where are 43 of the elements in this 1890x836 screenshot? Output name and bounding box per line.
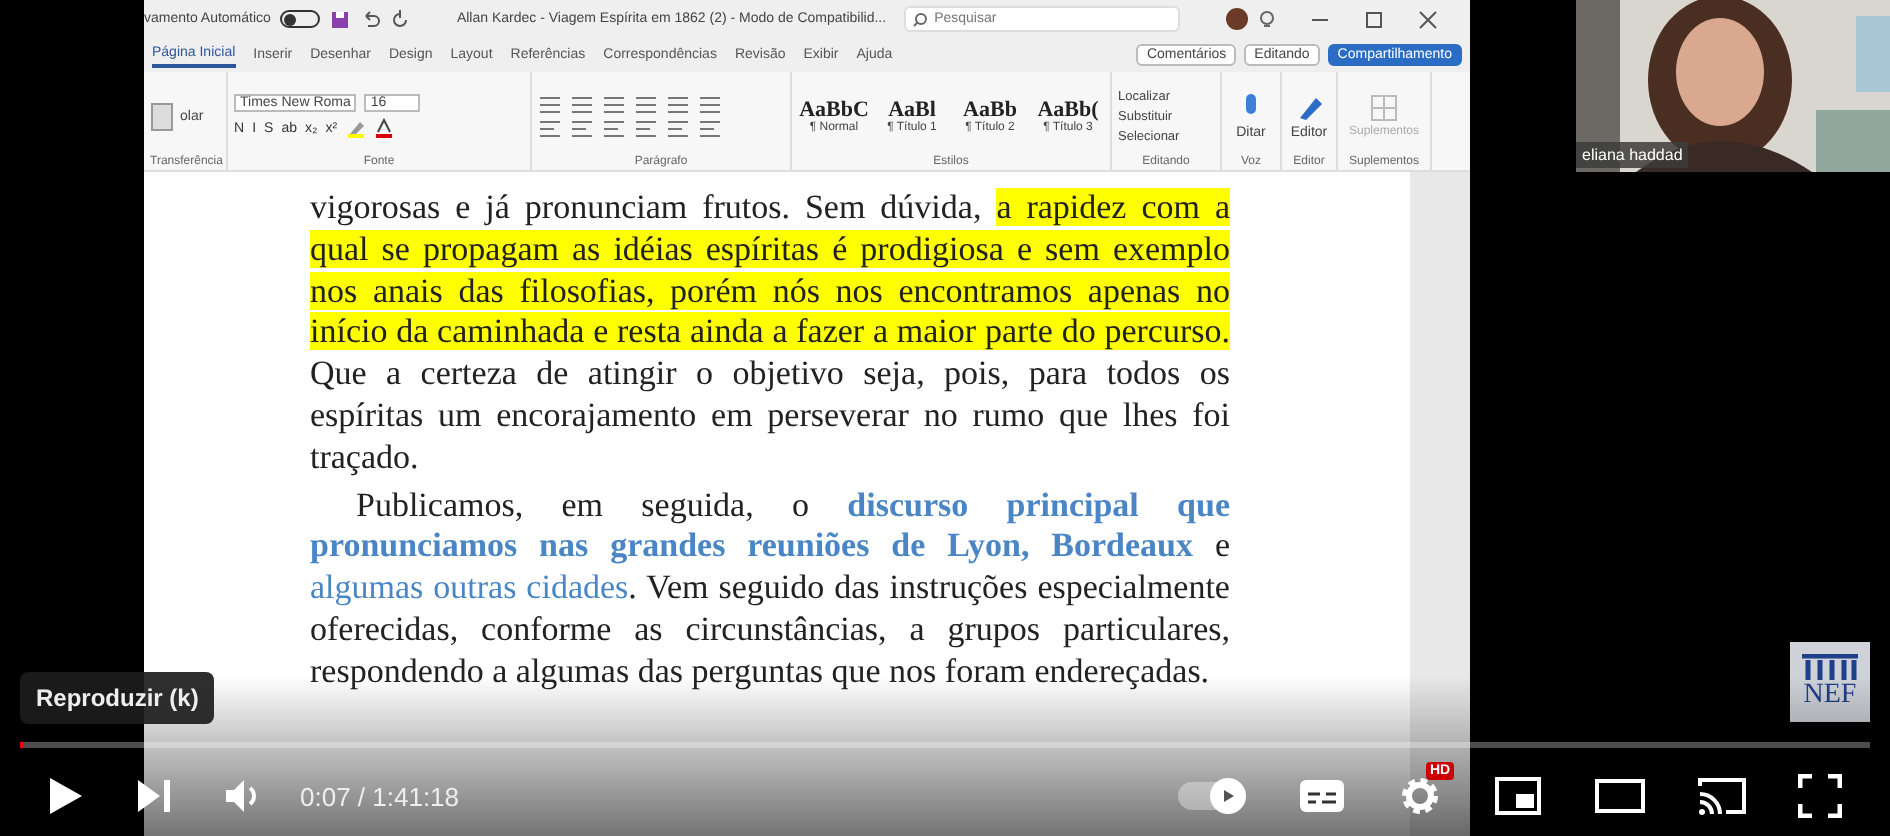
list-icon[interactable] [538, 95, 562, 113]
miniplayer-icon[interactable] [1494, 776, 1542, 816]
fullscreen-icon[interactable] [1798, 774, 1842, 818]
time-display: 0:07 / 1:41:18 [300, 781, 460, 811]
columns-icon [1800, 654, 1860, 682]
autoplay-toggle[interactable] [1178, 782, 1246, 810]
tooltip: Reproduzir (k) [20, 672, 215, 724]
search-icon [912, 11, 929, 27]
redo-icon[interactable] [390, 9, 411, 29]
paragraph: Publicamos, em seguida, o discurso principal que pronunciamos nas grandes reuniões de Lyon, Bordeaux e algumas outras cidades. Vem seguido das instruções especialmente oferecidas, conforme as circunstâncias, a grupos particulares, respondendo a algumas das perguntas que nos foram endereçadas. [310, 485, 1230, 694]
progress-bar[interactable] [20, 742, 1870, 748]
list-icon[interactable] [634, 95, 658, 113]
list-icon[interactable] [698, 95, 722, 113]
participant-name: eliana haddad [1576, 142, 1689, 168]
list-icon[interactable] [666, 95, 690, 113]
align-icon[interactable] [538, 119, 562, 137]
theater-mode-icon[interactable] [1594, 778, 1646, 814]
highlighter-icon[interactable] [345, 118, 366, 138]
save-icon[interactable] [330, 9, 351, 29]
paragraph: vigorosas e já pronunciam frutos. Sem dúvida, a rapidez com a qual se propagam as idéias espíritas é prodigiosa e sem exemplo nos anais das filosofias, porém nós nos encontramos apenas no início da caminhada e resta ainda a fazer a maior parte do percurso. Que a certeza de atingir o objetivo seja, pois, para todos os espíritas um encorajamento em perseverar no rumo que lhes foi traçado. [310, 188, 1230, 480]
autosave-toggle[interactable] [280, 10, 321, 28]
play-icon[interactable] [48, 776, 84, 816]
settings-icon[interactable] [1398, 774, 1442, 818]
play-icon [1220, 788, 1236, 804]
next-icon[interactable] [136, 778, 172, 814]
logo-text: NEF [1803, 682, 1857, 710]
cast-icon[interactable] [1698, 776, 1746, 816]
lightbulb-icon[interactable] [1258, 9, 1277, 29]
close-icon[interactable] [1418, 9, 1439, 29]
align-icon[interactable] [634, 119, 658, 137]
avatar[interactable] [1226, 8, 1249, 30]
pen-icon[interactable] [1295, 93, 1323, 121]
align-icon[interactable] [698, 119, 722, 137]
undo-icon[interactable] [360, 9, 381, 29]
list-icon[interactable] [602, 95, 626, 113]
font-color-icon[interactable] [373, 118, 394, 138]
clipboard-icon[interactable] [150, 100, 174, 132]
maximize-icon[interactable] [1364, 9, 1385, 29]
align-icon[interactable] [666, 119, 690, 137]
align-icon[interactable] [602, 119, 626, 137]
align-icon[interactable] [570, 119, 594, 137]
list-icon[interactable] [570, 95, 594, 113]
subtitles-icon[interactable] [1298, 778, 1346, 814]
